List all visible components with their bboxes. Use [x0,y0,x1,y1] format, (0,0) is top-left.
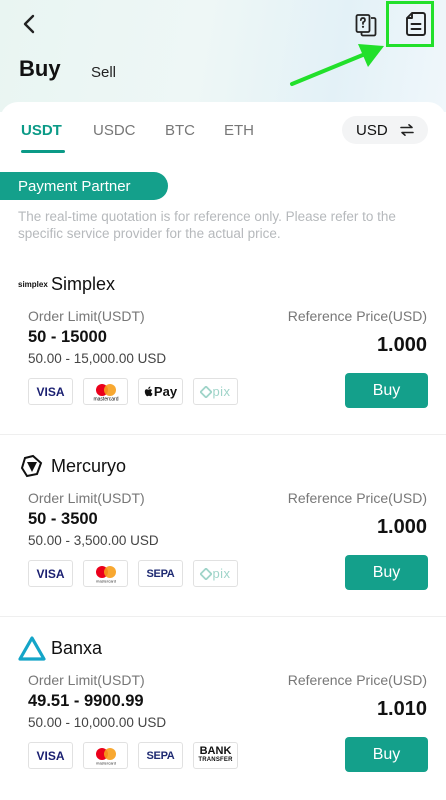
buy-button[interactable]: Buy [345,555,428,590]
pix-badge: pix [193,378,238,405]
disclaimer-text: The real-time quotation is for reference… [18,209,396,241]
tab-usdc[interactable]: USDC [93,122,136,139]
provider-name: Simplex [51,274,116,294]
visa-badge: VISA [28,378,73,405]
tab-underline [21,150,65,153]
payment-partner-tag: Payment Partner [0,172,168,200]
buy-button[interactable]: Buy [345,737,428,772]
help-icon[interactable] [354,12,378,38]
currency-switch-button[interactable]: USD [342,116,428,144]
order-limit-range: 49.51 - 9900.99 [28,692,144,710]
banxa-logo-icon [18,636,46,661]
currency-label: USD [356,121,388,139]
mastercard-badge: mastercard [83,378,128,405]
mastercard-icon: mastercard [95,565,116,583]
order-limit-range: 50 - 15000 [28,328,107,346]
mastercard-icon: mastercard [93,383,118,402]
bank-transfer-badge: BANK TRANSFER [193,742,238,769]
pointer-arrow-icon [290,44,384,86]
divider [0,616,446,617]
provider-card-banxa: Banxa Order Limit(USDT) Reference Price(… [0,626,446,800]
pix-icon [200,567,213,580]
provider-card-mercuryo: Mercuryo Order Limit(USDT) Reference Pri… [0,444,446,626]
divider [0,434,446,435]
mode-sell[interactable]: Sell [91,64,116,81]
reference-price: 1.010 [376,698,427,720]
simplex-logo: simplex [18,278,48,292]
highlight-box [386,1,434,47]
order-limit-range: 50 - 3500 [28,510,98,528]
order-limit-usd: 50.00 - 15,000.00 USD [28,351,167,366]
provider-card-simplex: simplex Simplex Order Limit(USDT) Refere… [0,262,446,444]
sepa-badge: SEPA [138,742,183,769]
sepa-badge: SEPA [138,560,183,587]
swap-icon [400,124,414,136]
mode-buy[interactable]: Buy [19,56,61,82]
back-icon[interactable] [16,10,44,38]
visa-badge: VISA [28,742,73,769]
reference-price-label: Reference Price(USD) [287,672,427,688]
tab-eth[interactable]: ETH [224,122,254,139]
buy-button[interactable]: Buy [345,373,428,408]
tab-btc[interactable]: BTC [165,122,195,139]
apple-icon [144,386,153,396]
apple-pay-badge: Pay [138,378,183,405]
mastercard-badge: mastercard [83,560,128,587]
svg-text:mastercard: mastercard [93,396,118,402]
mercuryo-logo-icon [20,454,43,478]
pix-badge: pix [193,560,238,587]
header: Buy Sell [0,0,446,112]
svg-text:mastercard: mastercard [95,578,115,583]
tab-usdt[interactable]: USDT [21,122,62,139]
reference-price-label: Reference Price(USD) [287,308,427,324]
order-limit-label: Order Limit(USDT) [28,490,145,506]
mastercard-badge: mastercard [83,742,128,769]
order-limit-usd: 50.00 - 10,000.00 USD [28,715,167,730]
reference-price: 1.000 [376,334,427,356]
provider-name: Banxa [51,638,103,658]
reference-price-label: Reference Price(USD) [287,490,427,506]
pix-icon [200,385,213,398]
content-sheet: USDT USDC BTC ETH USD Payment Partner Th… [0,102,446,800]
visa-badge: VISA [28,560,73,587]
provider-name: Mercuryo [51,456,127,476]
mastercard-icon: mastercard [95,747,116,765]
reference-price: 1.000 [376,516,427,538]
order-limit-label: Order Limit(USDT) [28,672,145,688]
order-limit-label: Order Limit(USDT) [28,308,145,324]
order-limit-usd: 50.00 - 3,500.00 USD [28,533,159,548]
svg-text:mastercard: mastercard [95,760,115,765]
simplex-logo-text: simplex [18,280,48,289]
